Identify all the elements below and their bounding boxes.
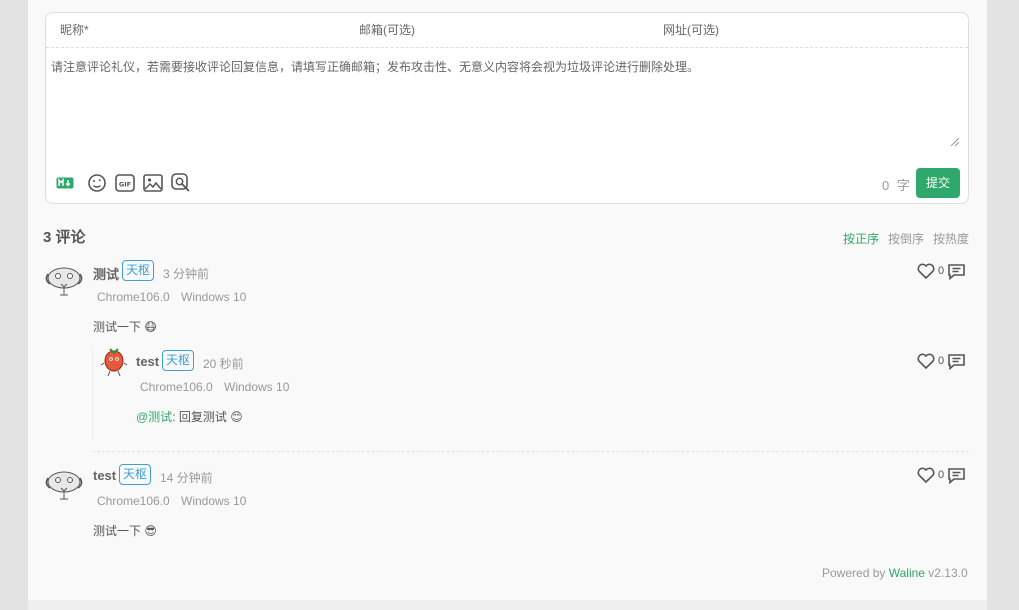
editor-header: 昵称* 邮箱(可选) 网址(可选) (46, 13, 968, 48)
submit-button[interactable]: 提交 (916, 168, 960, 198)
comment-time: 20 秒前 (203, 357, 244, 371)
sort-desc-button[interactable]: 按倒序 (888, 230, 924, 247)
powered-by: Powered by Waline v2.13.0 (822, 566, 968, 580)
heart-icon (917, 467, 935, 483)
comment-nick[interactable]: test (93, 468, 116, 483)
comment-count-value: 3 (43, 229, 52, 246)
avatar[interactable] (43, 464, 85, 502)
os-tag: Windows 10 (181, 290, 247, 304)
user-badge: 天枢 (162, 350, 195, 371)
comment-count-label: 评论 (55, 229, 86, 246)
like-button[interactable]: 0 (917, 263, 944, 279)
comment-content: @测试: 回复测试 😊 (136, 408, 243, 425)
comment-nick[interactable]: 测试 (93, 264, 119, 283)
word-count-unit: 字 (896, 178, 910, 193)
os-tag: Windows 10 (181, 494, 247, 508)
powered-prefix: Powered by (822, 566, 886, 580)
emoji-icon: 😊 (230, 410, 243, 424)
like-count: 0 (938, 265, 945, 277)
reply-icon[interactable] (947, 467, 966, 484)
sort-hot-button[interactable]: 按热度 (933, 230, 969, 247)
user-badge: 天枢 (119, 464, 152, 485)
comment-time: 3 分钟前 (163, 267, 210, 281)
svg-text:GIF: GIF (119, 181, 131, 189)
comment-text: 测试一下 (93, 320, 142, 334)
heart-icon (917, 263, 935, 279)
emoji-icon: 😎 (144, 524, 157, 538)
image-icon[interactable] (142, 172, 164, 194)
comment-divider (92, 451, 969, 452)
waline-link[interactable]: Waline (889, 566, 925, 580)
markdown-icon[interactable] (54, 172, 76, 194)
preview-icon[interactable] (170, 172, 192, 194)
comment-count: 3 评论 (43, 226, 86, 247)
comment-time: 14 分钟前 (160, 471, 213, 485)
browser-tag: Chrome106.0 (140, 380, 213, 394)
like-count: 0 (938, 355, 945, 367)
emoji-icon[interactable] (86, 172, 108, 194)
version-label: v2.13.0 (928, 566, 968, 580)
comment-textarea[interactable]: 请注意评论礼仪，若需要接收评论回复信息，请填写正确邮箱；发布攻击性、无意义内容将… (51, 59, 965, 163)
sort-asc-button[interactable]: 按正序 (843, 230, 879, 247)
comment-text: : 回复测试 (172, 410, 227, 424)
word-count: 0 字 (882, 175, 910, 194)
user-badge: 天枢 (122, 260, 155, 281)
comment-text: 测试一下 (93, 524, 142, 538)
comment-nick[interactable]: test (136, 354, 159, 369)
reply-icon[interactable] (947, 353, 966, 370)
reply-icon[interactable] (947, 263, 966, 280)
gif-icon[interactable]: GIF (114, 172, 136, 194)
resize-grip-icon[interactable] (950, 137, 960, 147)
emoji-icon: 😷 (144, 320, 157, 334)
heart-icon (917, 353, 935, 369)
bottom-strip (28, 600, 987, 610)
link-field[interactable]: 网址(可选) (663, 13, 719, 48)
like-button[interactable]: 0 (917, 353, 944, 369)
comment-editor: 昵称* 邮箱(可选) 网址(可选) 请注意评论礼仪，若需要接收评论回复信息，请填… (45, 12, 969, 204)
like-count: 0 (938, 469, 945, 481)
reply-thread-line (92, 346, 93, 440)
browser-tag: Chrome106.0 (97, 494, 170, 508)
os-tag: Windows 10 (224, 380, 290, 394)
comment-content: 测试一下 😷 (93, 318, 157, 335)
mail-field[interactable]: 邮箱(可选) (359, 13, 415, 48)
word-count-value: 0 (882, 178, 890, 193)
avatar[interactable] (43, 260, 85, 298)
mention-link[interactable]: @测试 (136, 410, 172, 424)
nick-field[interactable]: 昵称* (60, 13, 89, 48)
comment-content: 测试一下 😎 (93, 522, 157, 539)
like-button[interactable]: 0 (917, 467, 944, 483)
browser-tag: Chrome106.0 (97, 290, 170, 304)
avatar[interactable] (100, 347, 128, 377)
